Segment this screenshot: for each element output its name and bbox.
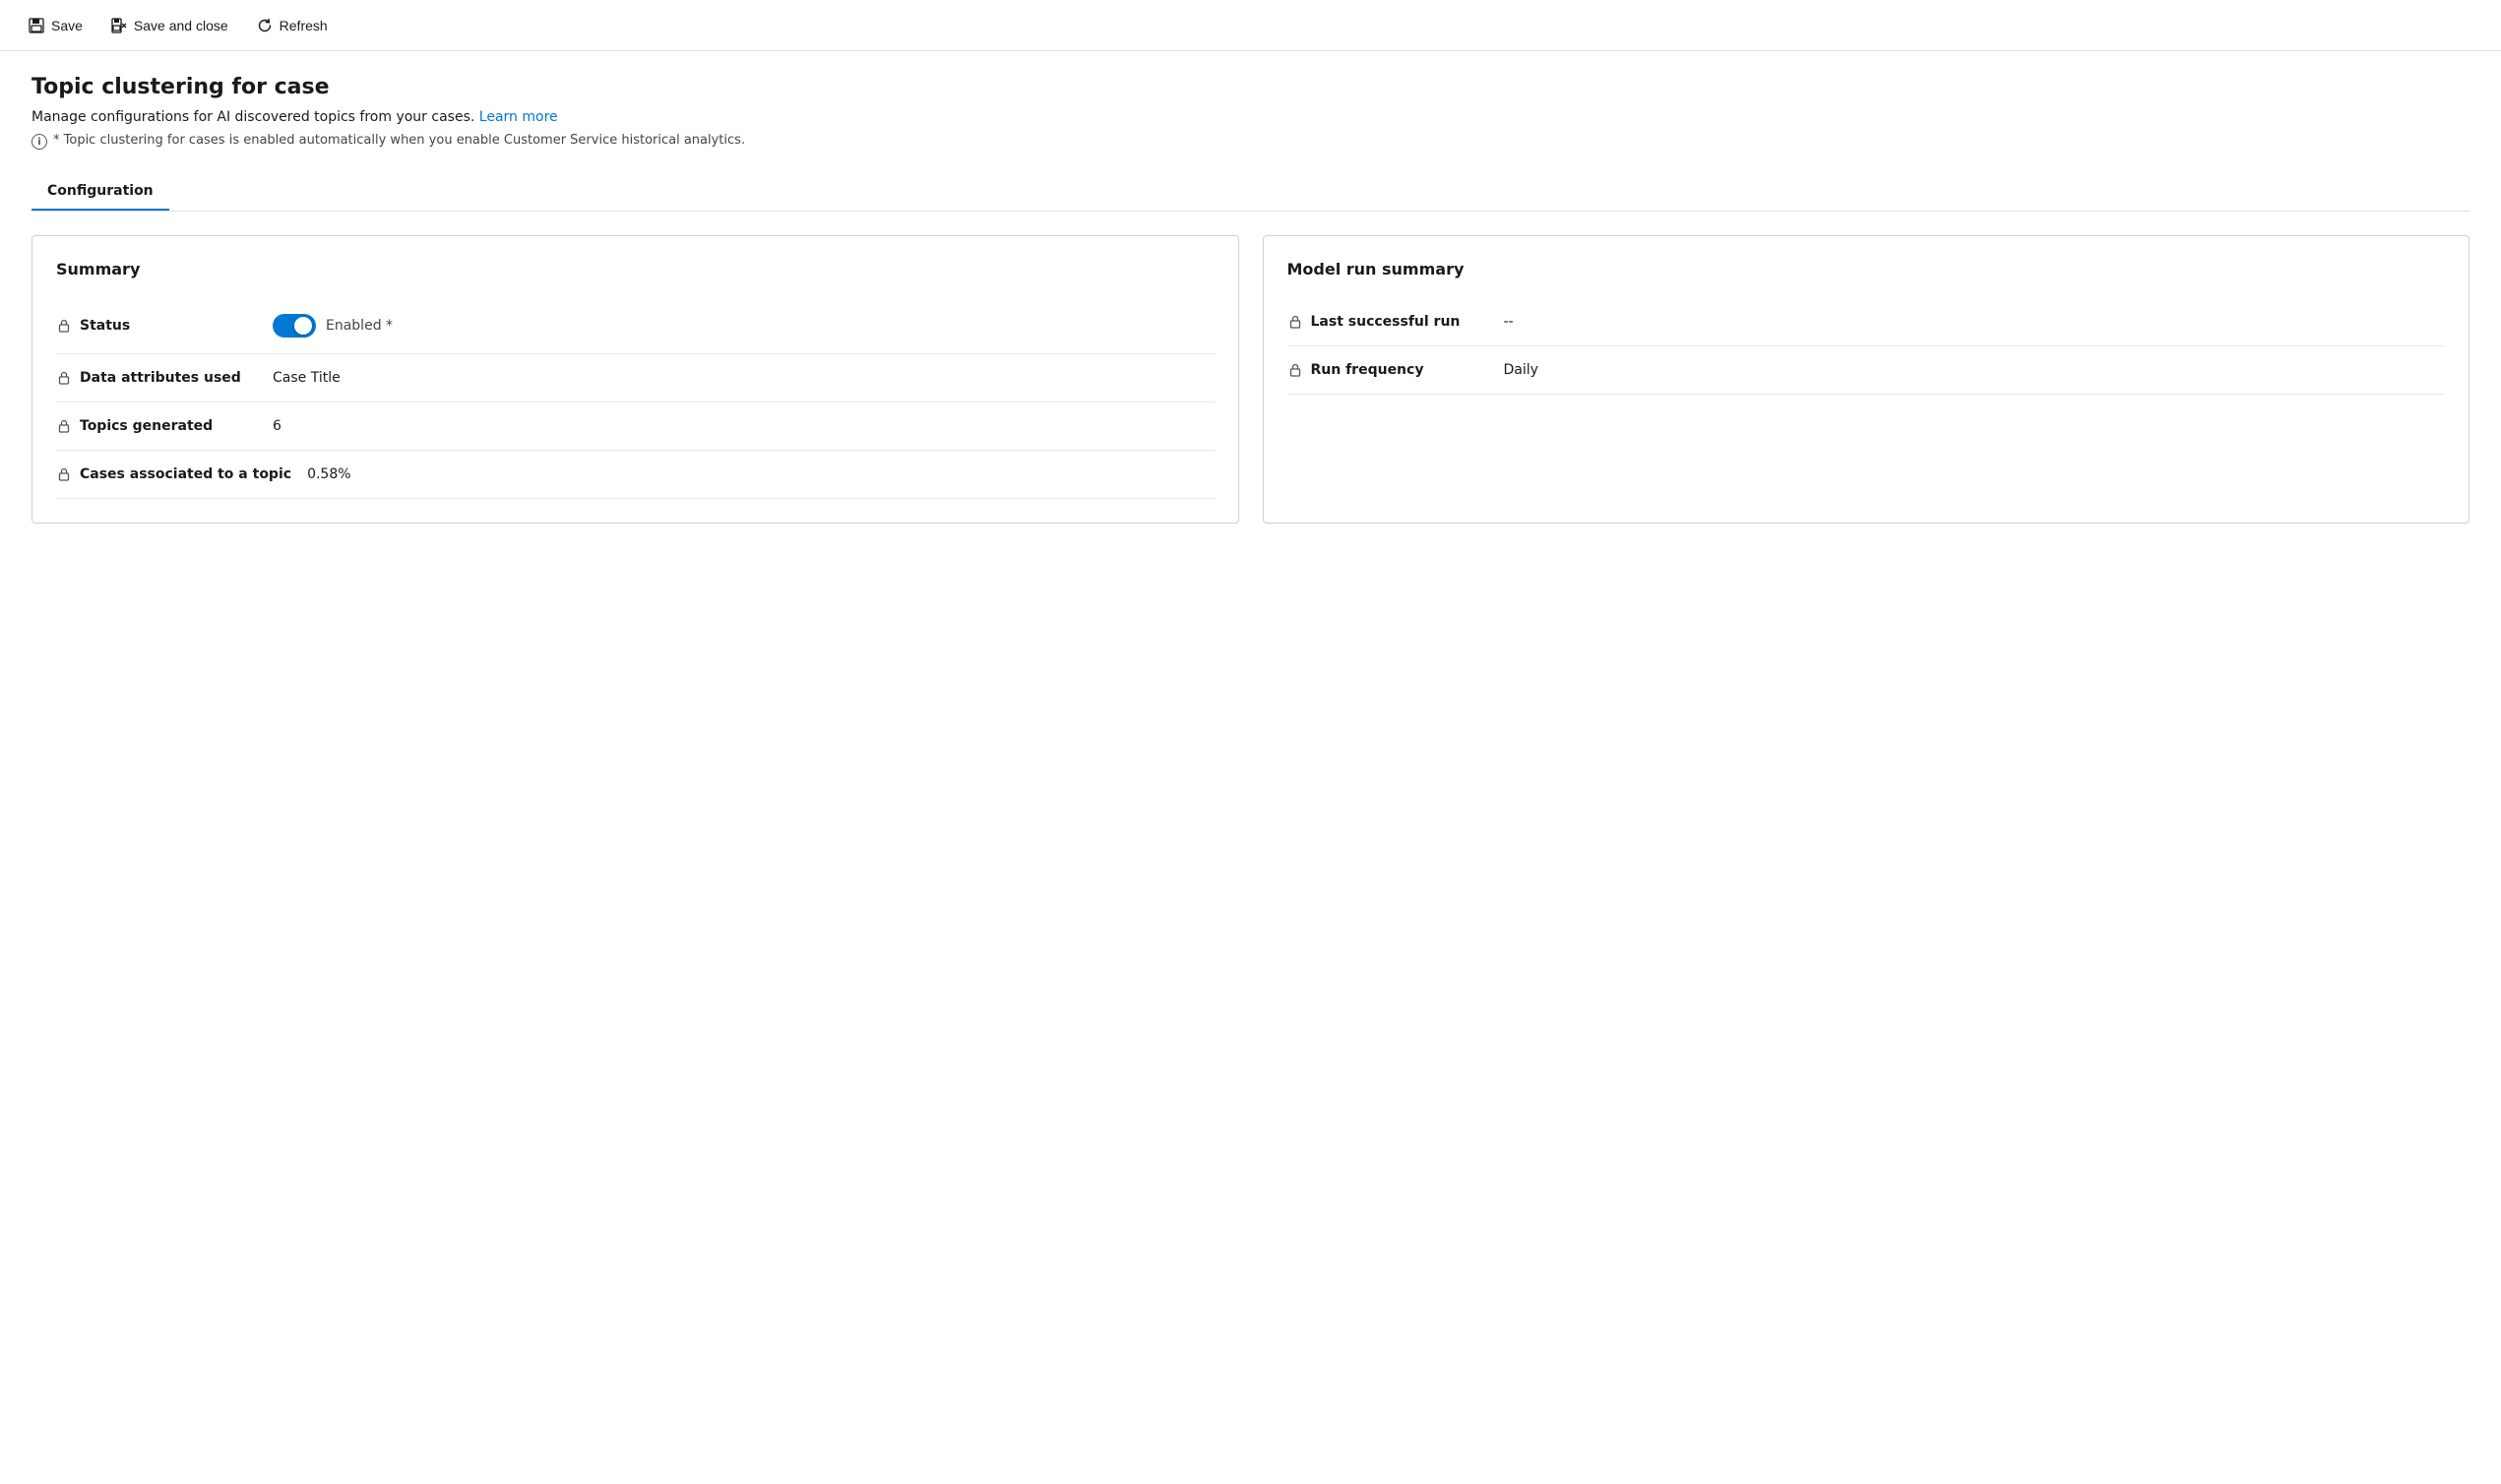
topics-generated-field-row: Topics generated 6 [56,402,1215,451]
toggle-knob [294,317,312,335]
cases-associated-label: Cases associated to a topic [80,466,291,482]
learn-more-link[interactable]: Learn more [479,109,558,125]
status-toggle-container: Enabled * [273,314,393,338]
description-text: Manage configurations for AI discovered … [31,109,474,125]
save-icon [28,17,45,34]
toggle-text: Enabled * [326,318,393,334]
lock-icon-data-attributes [56,370,72,386]
refresh-icon [256,17,274,34]
topics-generated-label: Topics generated [80,418,257,434]
cases-associated-field-row: Cases associated to a topic 0.58% [56,451,1215,499]
lock-icon-last-run [1287,314,1303,330]
cases-associated-value: 0.58% [307,466,350,482]
page-title: Topic clustering for case [31,75,2470,99]
info-note: i * Topic clustering for cases is enable… [31,133,2470,150]
status-toggle[interactable] [273,314,316,338]
run-frequency-field-row: Run frequency Daily [1287,346,2446,395]
save-label: Save [51,18,83,33]
page-content: Topic clustering for case Manage configu… [0,51,2501,547]
lock-icon-cases [56,466,72,482]
tabs: Configuration [31,173,2470,212]
page-description: Manage configurations for AI discovered … [31,109,2470,125]
refresh-button[interactable]: Refresh [244,11,340,40]
note-text: * Topic clustering for cases is enabled … [53,133,745,148]
cards-container: Summary Status Enabled * [31,235,2470,524]
lock-icon-topics [56,418,72,434]
save-and-close-button[interactable]: Save and close [98,11,240,40]
toolbar: Save Save and close Refresh [0,0,2501,51]
refresh-label: Refresh [280,18,328,33]
summary-card-title: Summary [56,260,1215,278]
data-attributes-field-row: Data attributes used Case Title [56,354,1215,402]
last-run-label: Last successful run [1311,314,1488,330]
last-run-field-row: Last successful run -- [1287,298,2446,346]
save-and-close-label: Save and close [134,18,228,33]
last-run-value: -- [1504,314,1514,330]
run-frequency-value: Daily [1504,362,1538,378]
status-field-row: Status Enabled * [56,298,1215,354]
save-close-icon [110,17,128,34]
model-run-card: Model run summary Last successful run --… [1263,235,2470,524]
data-attributes-label: Data attributes used [80,370,257,386]
tab-configuration[interactable]: Configuration [31,173,169,211]
run-frequency-label: Run frequency [1311,362,1488,378]
info-icon: i [31,134,47,150]
summary-card: Summary Status Enabled * [31,235,1239,524]
status-label: Status [80,318,257,334]
data-attributes-value: Case Title [273,370,341,386]
model-run-card-title: Model run summary [1287,260,2446,278]
topics-generated-value: 6 [273,418,281,434]
save-button[interactable]: Save [16,11,94,40]
lock-icon-run-frequency [1287,362,1303,378]
lock-icon-status [56,318,72,334]
